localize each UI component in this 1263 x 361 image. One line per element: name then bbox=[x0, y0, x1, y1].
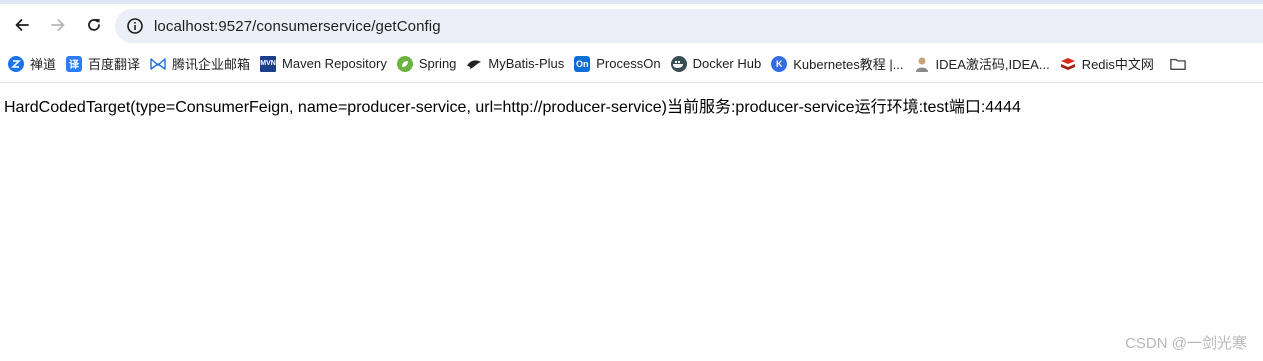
redis-icon bbox=[1060, 56, 1076, 72]
docker-icon bbox=[670, 55, 687, 72]
processon-icon: On bbox=[574, 55, 591, 72]
back-button[interactable] bbox=[6, 9, 38, 41]
tencent-mail-icon bbox=[150, 56, 166, 72]
csdn-watermark: CSDN @一剑光寒 bbox=[1125, 335, 1247, 352]
back-arrow-icon bbox=[15, 19, 29, 31]
bookmarks-bar: 禅道 译 百度翻译 腾讯企业邮箱 MVN Maven Repository Sp… bbox=[0, 49, 1263, 78]
forward-arrow-icon bbox=[51, 19, 65, 31]
bookmark-maven[interactable]: MVN Maven Repository bbox=[258, 51, 393, 77]
reload-button[interactable] bbox=[78, 9, 110, 41]
bookmark-zentao[interactable]: 禅道 bbox=[6, 51, 62, 77]
bookmark-processon[interactable]: On ProcessOn bbox=[572, 51, 666, 77]
idea-avatar-icon bbox=[914, 56, 930, 72]
bookmark-mybatis-plus[interactable]: MyBatis-Plus bbox=[464, 51, 570, 77]
bookmark-docker-hub[interactable]: Docker Hub bbox=[669, 51, 768, 77]
bookmark-baidu-translate[interactable]: 译 百度翻译 bbox=[64, 51, 146, 77]
response-body-text: HardCodedTarget(type=ConsumerFeign, name… bbox=[4, 99, 1021, 116]
baidu-translate-icon: 译 bbox=[66, 55, 83, 72]
kubernetes-icon: K bbox=[771, 55, 788, 72]
url-text[interactable]: localhost:9527/consumerservice/getConfig bbox=[154, 18, 441, 35]
forward-button[interactable] bbox=[42, 9, 74, 41]
site-info-button[interactable] bbox=[125, 16, 145, 36]
bookmark-tencent-mail[interactable]: 腾讯企业邮箱 bbox=[148, 51, 256, 77]
bookmark-idea-activation[interactable]: IDEA激活码,IDEA... bbox=[912, 51, 1056, 77]
bookmark-folder[interactable] bbox=[1168, 51, 1198, 77]
bookmark-spring[interactable]: Spring bbox=[395, 51, 463, 77]
toolbar-divider bbox=[0, 82, 1263, 83]
maven-icon: MVN bbox=[260, 55, 277, 72]
address-bar[interactable]: localhost:9527/consumerservice/getConfig bbox=[115, 9, 1263, 43]
reload-icon bbox=[88, 19, 100, 31]
zentao-icon bbox=[8, 55, 24, 72]
folder-icon bbox=[1170, 56, 1186, 72]
mybatis-bird-icon bbox=[466, 56, 482, 72]
spring-leaf-icon bbox=[396, 55, 413, 72]
bookmark-redis[interactable]: Redis中文网 bbox=[1058, 51, 1160, 77]
bookmark-kubernetes[interactable]: K Kubernetes教程 |... bbox=[769, 51, 909, 77]
site-info-icon bbox=[127, 18, 143, 34]
